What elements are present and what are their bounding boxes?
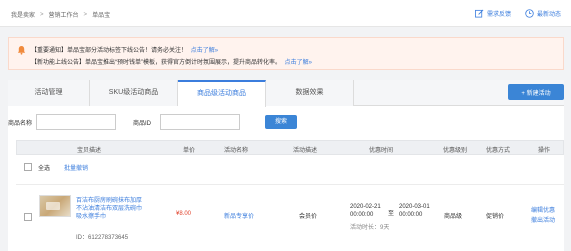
notice-line-1: 【重要通知】单品宝部分活动标签下线公告！请务必关注！ 点击了解» [31, 45, 218, 54]
start-date: 2020-02-21 [350, 204, 381, 210]
header-discount-method: 优惠方式 [486, 148, 511, 154]
discount-method: 促销价 [486, 214, 505, 220]
edit-icon [475, 9, 484, 18]
top-links: 需求反馈 最新动态 [475, 9, 561, 18]
product-name-link[interactable]: 百洁布厨房刷碗抹布加厚不沾油清洁布双层洗碗巾吸水擦手巾 [76, 197, 144, 221]
breadcrumb-current: 单品宝 [92, 13, 111, 19]
start-time: 00:00:00 [350, 212, 374, 218]
notice-line-2-more-link[interactable]: 点击了解» [285, 60, 312, 66]
search-button[interactable]: 搜索 [265, 115, 297, 129]
select-all-checkbox[interactable] [24, 163, 32, 171]
name-filter-label: 商品名称 [8, 121, 33, 127]
news-label: 最新动态 [536, 12, 561, 18]
header-item-desc: 宝贝描述 [77, 148, 102, 154]
id-filter-input[interactable] [160, 114, 240, 130]
withdraw-activity-link[interactable]: 撤出活动 [531, 215, 555, 224]
select-all-row: 全选 批量撤销 [16, 159, 564, 175]
breadcrumb-separator: > [40, 11, 44, 18]
feedback-link[interactable]: 需求反馈 [475, 9, 511, 18]
activity-description: 会员价 [299, 214, 318, 220]
product-price: ¥8.00 [176, 211, 192, 217]
main-panel: 活动管理 SKU级活动商品 商品级活动商品 数据效果 + 新建活动 商品名称 商… [8, 80, 564, 251]
top-bar: 我是卖家 > 营销工作台 > 单品宝 需求反馈 最新动态 [0, 0, 571, 27]
tab-bar: 活动管理 SKU级活动商品 商品级活动商品 数据效果 + 新建活动 [8, 80, 564, 107]
header-activity-name: 活动名称 [224, 148, 249, 154]
tab-sku-level[interactable]: SKU级活动商品 [90, 80, 178, 106]
tab-activity-management[interactable]: 活动管理 [8, 80, 90, 106]
edit-discount-link[interactable]: 编辑优惠 [531, 205, 555, 214]
bulk-revoke-link[interactable]: 批量撤销 [64, 163, 88, 172]
feedback-label: 需求反馈 [486, 12, 511, 18]
activity-name-link[interactable]: 新品专享价 [224, 211, 254, 220]
end-time: 00:00:00 [399, 212, 423, 218]
header-actions: 操作 [538, 148, 551, 154]
name-filter-input[interactable] [36, 114, 116, 130]
header-discount-time: 优惠时间 [369, 148, 394, 154]
news-link[interactable]: 最新动态 [525, 9, 561, 18]
notice-banner: 【重要通知】单品宝部分活动标签下线公告！请务必关注！ 点击了解» 【新功能上线公… [8, 37, 564, 70]
notice-line-1-more-link[interactable]: 点击了解» [191, 48, 218, 54]
notice-line-1-text: 【重要通知】单品宝部分活动标签下线公告！请务必关注！ [31, 48, 188, 54]
header-activity-desc: 活动描述 [293, 148, 318, 154]
clock-icon [525, 9, 534, 18]
row-checkbox[interactable] [24, 213, 32, 221]
date-range-separator: 至 [388, 211, 395, 217]
end-date: 2020-03-01 [399, 204, 430, 210]
id-filter-label: 商品ID [133, 121, 152, 127]
table-row: 百洁布厨房刷碗抹布加厚不沾油清洁布双层洗碗巾吸水擦手巾 ID：612278373… [16, 184, 564, 246]
product-id: ID：612278373645 [76, 235, 129, 241]
select-all-label[interactable]: 全选 [38, 163, 50, 172]
new-activity-button[interactable]: + 新建活动 [508, 84, 564, 100]
header-price: 单价 [183, 148, 196, 154]
breadcrumb: 我是卖家 > 营销工作台 > 单品宝 [11, 10, 111, 20]
notice-line-2-text: 【新功能上线公告】单品宝推出“预时钱单”模板，获得官方倒计时氛围展示，提升商品转… [31, 60, 281, 66]
activity-duration: 活动时长：9天 [350, 225, 390, 231]
tab-item-level[interactable]: 商品级活动商品 [178, 80, 266, 107]
header-discount-level: 优惠级别 [443, 148, 468, 154]
discount-level: 商品级 [444, 214, 463, 220]
breadcrumb-marketing[interactable]: 营销工作台 [49, 10, 79, 19]
product-thumbnail[interactable] [39, 195, 71, 217]
filter-bar: 商品名称 商品ID 搜索 [8, 114, 564, 132]
table-header: 宝贝描述 单价 活动名称 活动描述 优惠时间 优惠级别 优惠方式 操作 [16, 140, 564, 155]
tab-data-effect[interactable]: 数据效果 [266, 80, 354, 106]
breadcrumb-seller[interactable]: 我是卖家 [11, 10, 35, 19]
breadcrumb-separator: > [83, 11, 88, 18]
bell-icon [17, 45, 26, 55]
notice-line-2: 【新功能上线公告】单品宝推出“预时钱单”模板，获得官方倒计时氛围展示，提升商品转… [31, 57, 312, 66]
